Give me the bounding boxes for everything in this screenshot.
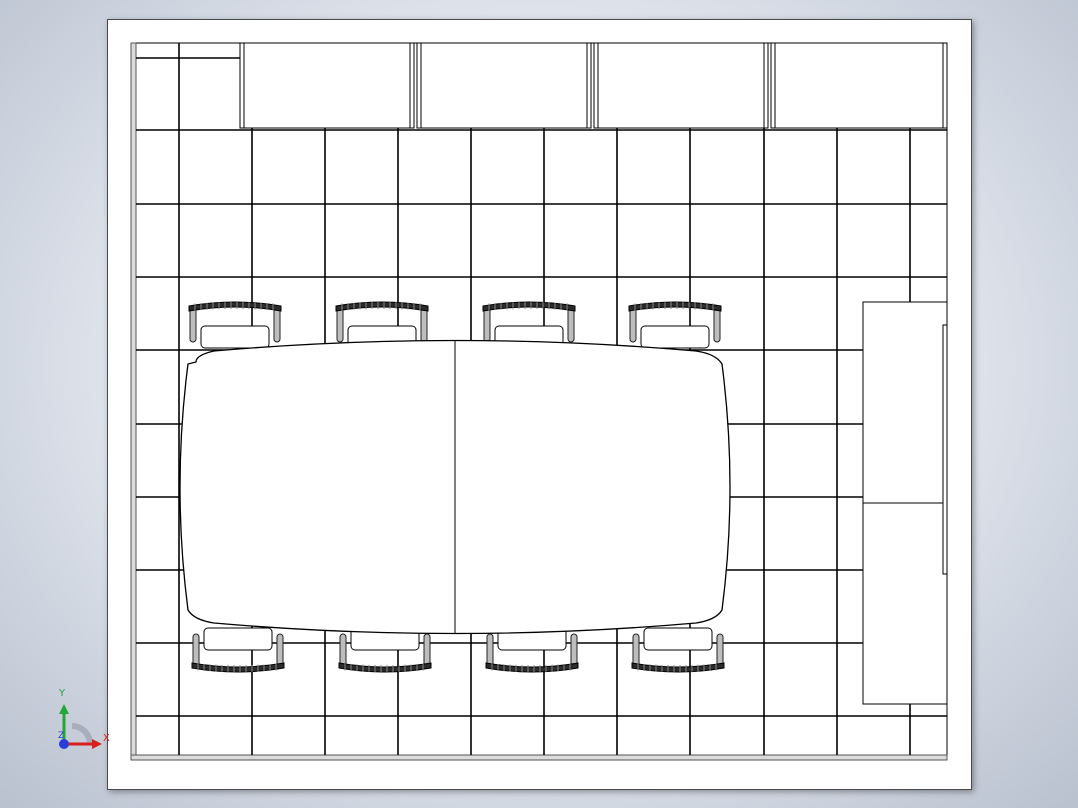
side-credenza (862, 301, 948, 705)
z-axis-label: Z (58, 731, 65, 741)
cabinet-unit (770, 42, 948, 129)
floor-plan-drawing (130, 42, 948, 761)
conference-table (179, 339, 731, 635)
y-axis-label: Y (59, 688, 66, 699)
bottom-wall (130, 754, 948, 761)
triad-rotation-arc (71, 723, 93, 745)
wall-cabinets (239, 42, 948, 129)
graphics-viewport[interactable]: X Y Z (0, 0, 1078, 808)
cabinet-unit (593, 42, 769, 129)
cabinet-unit (239, 42, 415, 129)
cabinet-unit (416, 42, 592, 129)
left-wall (130, 42, 137, 761)
x-axis-label: X (103, 733, 110, 744)
